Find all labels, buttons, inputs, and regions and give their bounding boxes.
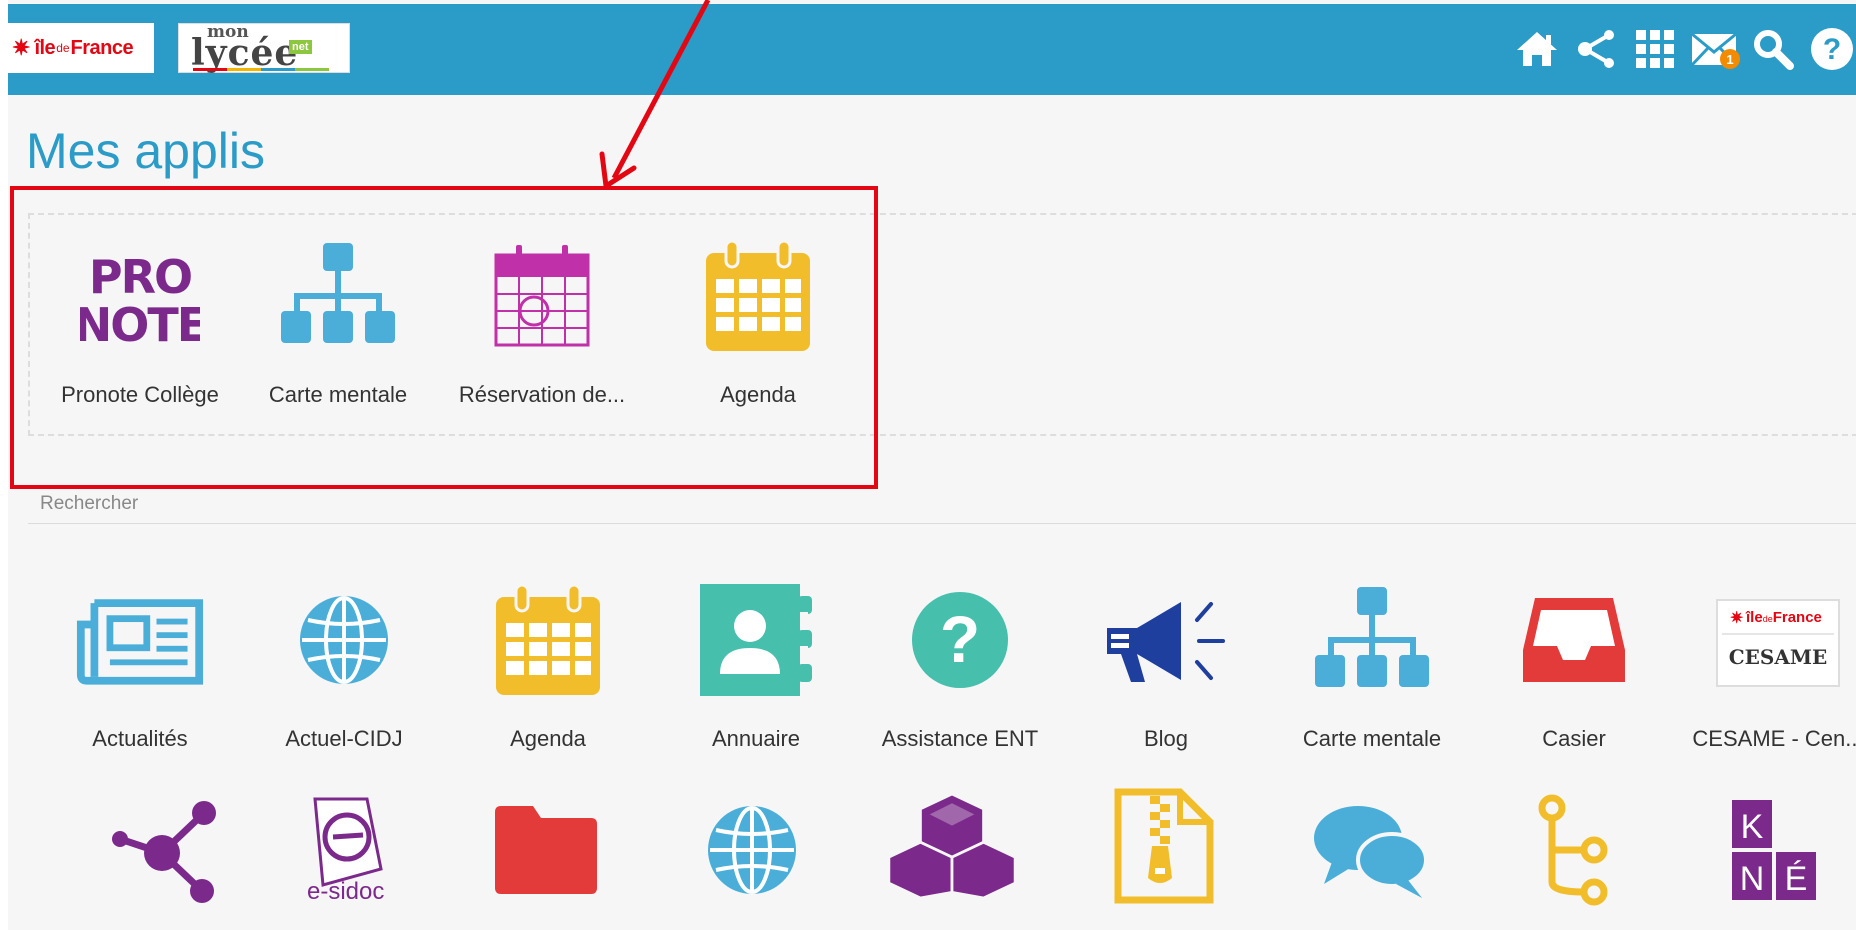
- app-label: Annuaire: [711, 726, 801, 751]
- apps-button[interactable]: [1631, 25, 1679, 73]
- app-agenda[interactable]: Agenda: [450, 580, 646, 752]
- kne-logo-n: N: [1740, 860, 1765, 898]
- app-row2-chat[interactable]: [1272, 790, 1468, 910]
- app-annuaire[interactable]: Annuaire: [658, 580, 854, 752]
- home-button[interactable]: [1513, 25, 1561, 73]
- question-icon: ?: [895, 580, 1025, 700]
- folder-icon: [481, 790, 611, 910]
- app-row2-kne[interactable]: K N É: [1680, 790, 1856, 910]
- share-button[interactable]: [1572, 25, 1620, 73]
- unread-messages-badge: 1: [1720, 49, 1740, 69]
- app-row2-cubes[interactable]: [854, 786, 1050, 906]
- calendar-icon: [693, 236, 823, 356]
- help-icon: ?: [1811, 28, 1853, 70]
- home-icon: [1517, 32, 1557, 66]
- app-cesame[interactable]: ✷ îledeFrance CESAME CESAME - Cen...: [1680, 580, 1856, 752]
- app-row2-share[interactable]: [70, 790, 266, 910]
- cesame-logo-ile: île: [1745, 609, 1763, 626]
- apps-grid-icon: [1636, 30, 1674, 68]
- chat-bubbles-icon: [1305, 790, 1435, 910]
- globe-icon: [687, 790, 817, 910]
- svg-text:✷: ✷: [1730, 610, 1743, 627]
- page: ✷ île de France mon lycée net 1 ? Mes ap…: [8, 0, 1856, 930]
- top-nav: 1 ?: [1502, 24, 1856, 74]
- calendar-icon: [483, 580, 613, 700]
- app-label: CESAME - Cen...: [1692, 726, 1856, 751]
- cesame-logo-france: France: [1773, 609, 1822, 626]
- help-button[interactable]: ?: [1808, 25, 1856, 73]
- cesame-logo-text: CESAME: [1729, 645, 1828, 669]
- svg-text:?: ?: [940, 602, 980, 676]
- app-label: Réservation de...: [458, 382, 626, 407]
- cesame-logo-icon: ✷ îledeFrance CESAME: [1713, 580, 1843, 700]
- kne-icon: K N É: [1713, 790, 1843, 910]
- app-label: Actualités: [92, 726, 188, 751]
- app-row2-globe[interactable]: [654, 790, 850, 910]
- mindmap-icon: [273, 236, 403, 356]
- app-label: Casier: [1542, 726, 1606, 751]
- search-bar: [28, 487, 1856, 524]
- esidoc-icon: e-sidoc: [279, 790, 409, 910]
- cesame-logo-de: de: [1763, 614, 1773, 624]
- branch-icon: [1509, 790, 1639, 910]
- app-label: Actuel-CIDJ: [285, 726, 403, 751]
- app-label: Agenda: [510, 726, 586, 751]
- fav-app-agenda[interactable]: Agenda: [660, 236, 856, 408]
- search-button[interactable]: [1749, 25, 1797, 73]
- app-actualites[interactable]: Actualités: [42, 580, 238, 752]
- search-icon: [1754, 30, 1794, 70]
- svg-text:NOTE: NOTE: [80, 298, 200, 351]
- page-title: Mes applis: [26, 123, 265, 179]
- app-label: Blog: [1143, 726, 1189, 751]
- app-row2-folder[interactable]: [448, 790, 644, 910]
- cesame-logo-idf: îledeFrance: [1745, 609, 1822, 626]
- app-label: Carte mentale: [268, 382, 408, 407]
- search-input[interactable]: [28, 487, 1856, 521]
- app-row2-zip-file[interactable]: [1066, 786, 1262, 906]
- globe-icon: [279, 580, 409, 700]
- fav-app-pronote[interactable]: PRO NOTE Pronote Collège: [42, 236, 238, 408]
- cubes-icon: [887, 786, 1017, 906]
- app-label: Pronote Collège: [61, 382, 219, 407]
- app-label: Assistance ENT: [881, 726, 1039, 751]
- esidoc-logo-text: e-sidoc: [307, 878, 384, 905]
- app-label: Carte mentale: [1302, 726, 1442, 751]
- app-label: Agenda: [720, 382, 796, 407]
- app-assistance-ent[interactable]: ? Assistance ENT: [862, 580, 1058, 752]
- pronote-icon: PRO NOTE: [75, 236, 205, 356]
- svg-text:?: ?: [1823, 33, 1841, 66]
- calendar-reservation-icon: [477, 236, 607, 356]
- app-blog[interactable]: Blog: [1068, 580, 1264, 752]
- app-row2-branch[interactable]: [1476, 790, 1672, 910]
- fav-app-reservation[interactable]: Réservation de...: [444, 236, 640, 408]
- messages-button[interactable]: 1: [1690, 25, 1740, 73]
- fav-app-carte-mentale[interactable]: Carte mentale: [240, 236, 436, 408]
- inbox-tray-icon: [1509, 580, 1639, 700]
- app-carte-mentale[interactable]: Carte mentale: [1274, 580, 1470, 752]
- svg-text:PRO: PRO: [89, 250, 191, 304]
- app-row2-esidoc[interactable]: e-sidoc: [246, 790, 442, 910]
- share-icon: [1578, 30, 1614, 68]
- app-actuel-cidj[interactable]: Actuel-CIDJ: [246, 580, 442, 752]
- share-nodes-icon: [103, 790, 233, 910]
- kne-logo-e: É: [1785, 860, 1808, 898]
- address-book-icon: [691, 580, 821, 700]
- zip-file-icon: [1099, 786, 1229, 906]
- megaphone-icon: [1101, 580, 1231, 700]
- kne-logo-k: K: [1741, 808, 1764, 846]
- mindmap-icon: [1307, 580, 1437, 700]
- app-casier[interactable]: Casier: [1476, 580, 1672, 752]
- newspaper-icon: [75, 580, 205, 700]
